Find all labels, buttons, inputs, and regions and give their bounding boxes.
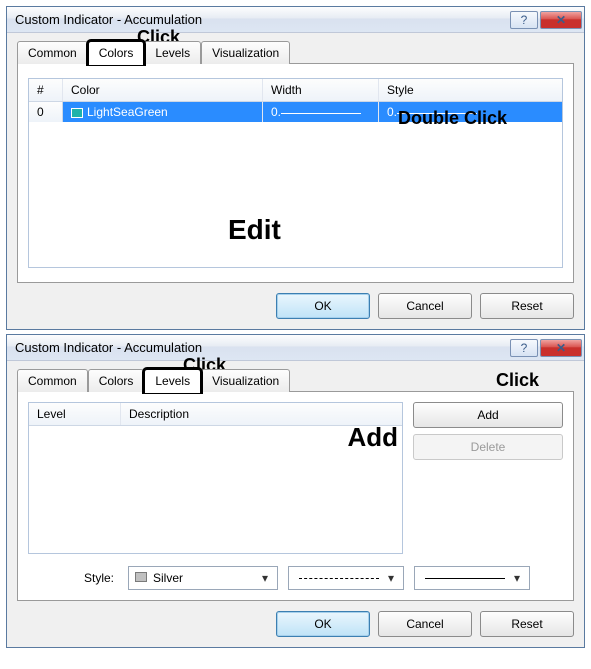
style-color-value: Silver	[153, 571, 183, 585]
close-button[interactable]: ✕	[540, 11, 582, 29]
line-style-icon	[397, 110, 477, 116]
annotation-add-big: Add	[347, 422, 398, 453]
tab-levels[interactable]: Levels	[144, 369, 201, 392]
ok-button[interactable]: OK	[276, 293, 370, 319]
line-width-icon	[281, 110, 361, 116]
levels-list[interactable]: Level Description Add	[28, 402, 403, 554]
ok-button[interactable]: OK	[276, 611, 370, 637]
tab-visualization[interactable]: Visualization	[201, 369, 290, 392]
tabs: Common Colors Levels Visualization	[17, 369, 574, 392]
row-width-prefix: 0.	[271, 105, 281, 119]
style-width-combo[interactable]: ▾	[414, 566, 530, 590]
dialog-buttons: OK Cancel Reset	[17, 611, 574, 637]
colors-list-header: # Color Width Style	[29, 79, 562, 102]
tab-common[interactable]: Common	[17, 41, 88, 64]
titlebar[interactable]: Custom Indicator - Accumulation ? ✕	[7, 335, 584, 361]
tab-levels[interactable]: Levels	[144, 41, 201, 64]
solid-preview-icon	[425, 578, 505, 579]
col-width-header[interactable]: Width	[263, 79, 379, 101]
levels-list-empty: Add	[29, 426, 402, 553]
colors-list[interactable]: # Color Width Style 0 LightSeaGreen 0. 0…	[28, 78, 563, 268]
window-title: Custom Indicator - Accumulation	[15, 12, 510, 27]
delete-button: Delete	[413, 434, 563, 460]
add-button[interactable]: Add	[413, 402, 563, 428]
chevron-down-icon: ▾	[509, 571, 525, 585]
list-empty-area	[29, 122, 562, 262]
row-color-cell[interactable]: LightSeaGreen	[63, 102, 263, 122]
row-width-cell[interactable]: 0.	[263, 102, 379, 122]
style-dash-combo[interactable]: ▾	[288, 566, 404, 590]
chevron-down-icon: ▾	[257, 571, 273, 585]
row-color-name: LightSeaGreen	[87, 105, 168, 119]
dash-preview-icon	[299, 578, 379, 579]
style-label: Style:	[28, 571, 118, 585]
tab-panel-levels: Click Level Description Add Add Delete	[17, 391, 574, 601]
tabs: Common Colors Levels Visualization	[17, 41, 574, 64]
tab-panel-colors: # Color Width Style 0 LightSeaGreen 0. 0…	[17, 63, 574, 283]
col-idx-header[interactable]: #	[29, 79, 63, 101]
dialog-colors: Custom Indicator - Accumulation ? ✕ Clic…	[6, 6, 585, 330]
col-level-header[interactable]: Level	[29, 403, 121, 425]
help-button[interactable]: ?	[510, 11, 538, 29]
cancel-button[interactable]: Cancel	[378, 611, 472, 637]
help-button[interactable]: ?	[510, 339, 538, 357]
style-color-combo[interactable]: Silver ▾	[128, 566, 278, 590]
levels-list-header: Level Description	[29, 403, 402, 426]
close-button[interactable]: ✕	[540, 339, 582, 357]
colors-list-row[interactable]: 0 LightSeaGreen 0. 0.	[29, 102, 562, 122]
row-style-prefix: 0.	[387, 105, 397, 119]
levels-side-buttons: Add Delete	[413, 402, 563, 554]
reset-button[interactable]: Reset	[480, 293, 574, 319]
row-idx: 0	[29, 102, 63, 122]
col-style-header[interactable]: Style	[379, 79, 562, 101]
window-title: Custom Indicator - Accumulation	[15, 340, 510, 355]
titlebar[interactable]: Custom Indicator - Accumulation ? ✕	[7, 7, 584, 33]
tab-colors[interactable]: Colors	[88, 41, 145, 64]
col-color-header[interactable]: Color	[63, 79, 263, 101]
tab-common[interactable]: Common	[17, 369, 88, 392]
row-style-cell[interactable]: 0.	[379, 102, 562, 122]
dialog-buttons: OK Cancel Reset	[17, 293, 574, 319]
cancel-button[interactable]: Cancel	[378, 293, 472, 319]
tab-colors[interactable]: Colors	[88, 369, 145, 392]
dialog-levels: Custom Indicator - Accumulation ? ✕ Clic…	[6, 334, 585, 648]
style-row: Style: Silver ▾ ▾ ▾	[28, 566, 563, 590]
tab-visualization[interactable]: Visualization	[201, 41, 290, 64]
col-description-header[interactable]: Description	[121, 403, 402, 425]
reset-button[interactable]: Reset	[480, 611, 574, 637]
color-swatch-icon	[71, 108, 83, 118]
chevron-down-icon: ▾	[383, 571, 399, 585]
silver-swatch-icon	[135, 572, 147, 582]
